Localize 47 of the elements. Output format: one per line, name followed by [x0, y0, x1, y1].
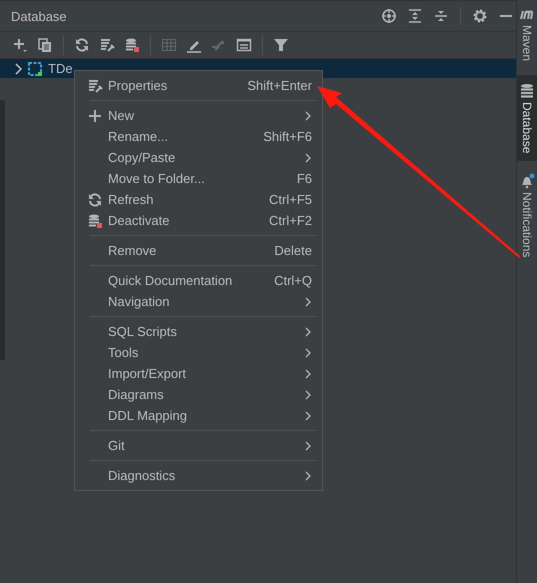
collapse-all-icon[interactable]: [433, 8, 449, 24]
menu-item[interactable]: Tools: [75, 342, 322, 363]
database-wrench-icon[interactable]: [99, 37, 115, 53]
bell-icon: [519, 173, 535, 190]
menu-item[interactable]: Diagrams: [75, 384, 322, 405]
menu-item[interactable]: SQL Scripts: [75, 321, 322, 342]
menu-item[interactable]: Git: [75, 435, 322, 456]
menu-item[interactable]: Remove Delete: [75, 240, 322, 261]
sql-console-icon[interactable]: [236, 37, 252, 53]
filter-icon[interactable]: [273, 37, 289, 53]
menu-item[interactable]: Copy/Paste: [75, 147, 322, 168]
menu-item[interactable]: Diagnostics: [75, 465, 322, 486]
shortcut: Shift+F6: [263, 129, 312, 144]
menu-item[interactable]: Import/Export: [75, 363, 322, 384]
side-tab[interactable]: Database: [517, 75, 537, 162]
panel-title: Database: [11, 8, 68, 24]
shortcut: Ctrl+F5: [269, 192, 312, 207]
refresh-icon: [87, 192, 103, 208]
shortcut: Shift+Enter: [247, 78, 312, 93]
settings-icon[interactable]: [472, 8, 488, 24]
menu-item[interactable]: Deactivate Ctrl+F2: [75, 210, 322, 231]
menu-item[interactable]: Quick Documentation Ctrl+Q: [75, 270, 322, 291]
crosshair-icon[interactable]: [381, 8, 397, 24]
database-icon: [519, 83, 535, 100]
database-stop-icon: [87, 212, 103, 228]
side-tab[interactable]: Maven: [517, 0, 537, 70]
datasource-icon: [27, 60, 43, 76]
menu-item[interactable]: Navigation: [75, 291, 322, 312]
database-stop-icon[interactable]: [124, 37, 140, 53]
shortcut: Ctrl+Q: [274, 273, 312, 288]
shortcut: Ctrl+F2: [269, 213, 312, 228]
menu-item[interactable]: Move to Folder... F6: [75, 168, 322, 189]
shortcut: F6: [296, 171, 312, 186]
plus-icon[interactable]: [12, 37, 28, 53]
side-tab[interactable]: Notifications: [517, 167, 537, 266]
menu-item[interactable]: New: [75, 105, 322, 126]
database-wrench-icon: [87, 78, 103, 94]
expand-all-icon[interactable]: [407, 8, 423, 24]
menu-item[interactable]: Refresh Ctrl+F5: [75, 189, 322, 210]
refresh-icon[interactable]: [74, 37, 90, 53]
menu-item[interactable]: DDL Mapping: [75, 405, 322, 426]
shortcut: Delete: [274, 243, 312, 258]
plus-icon: [87, 108, 103, 124]
copy-icon[interactable]: [37, 37, 53, 53]
menu-item[interactable]: Properties Shift+Enter: [75, 75, 322, 96]
node-label: TDe: [48, 61, 73, 76]
menu-item[interactable]: Rename... Shift+F6: [75, 126, 322, 147]
